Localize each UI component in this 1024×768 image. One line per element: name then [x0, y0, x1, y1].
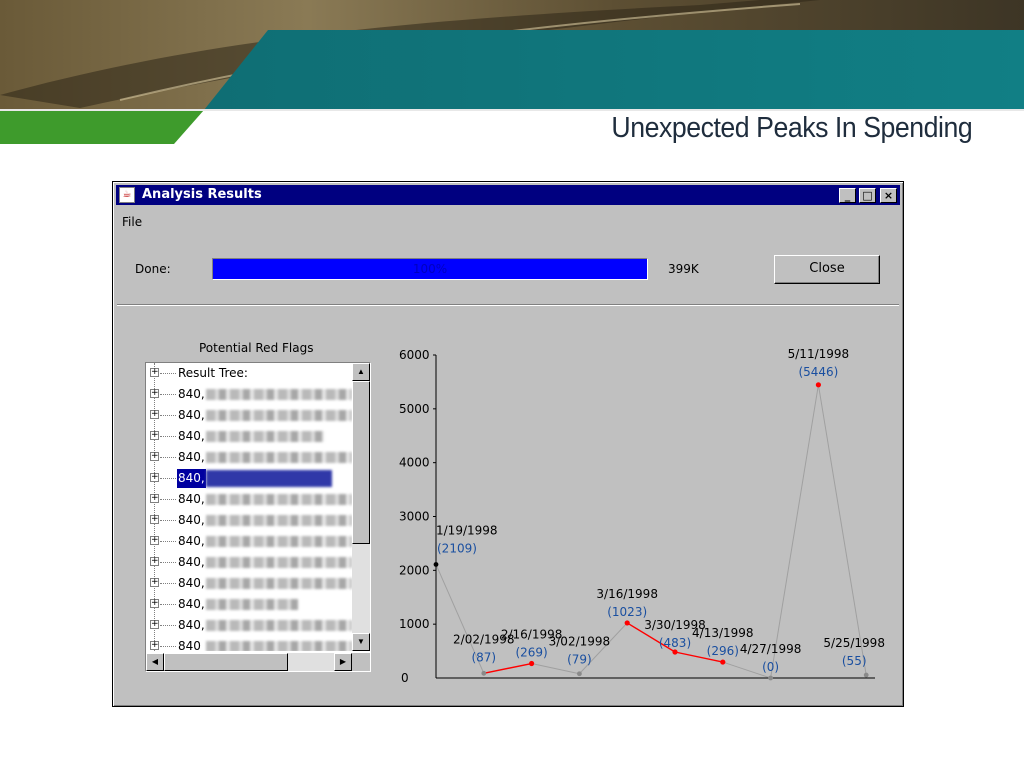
data-point [529, 660, 535, 667]
spending-line-chart: 0 1000 2000 3000 4000 5000 6000 1/19/1998 (2109)… [399, 347, 885, 685]
analysis-results-window: ☕ Analysis Results _ □ × File Done: 100%… [112, 181, 904, 707]
point-value-label: (55) [842, 654, 867, 668]
point-value-label: (87) [471, 650, 496, 664]
line-segment [770, 384, 819, 679]
highlight-segment [483, 662, 532, 675]
data-point [577, 671, 582, 677]
data-point [815, 382, 822, 388]
point-value-label: (79) [567, 653, 592, 667]
point-date-label: 4/13/1998 [692, 626, 754, 640]
point-date-label: 3/02/1998 [549, 635, 611, 649]
data-point [768, 675, 773, 681]
point-value-label: (5446) [798, 365, 838, 379]
line-segment [817, 384, 867, 676]
data-point [481, 670, 487, 676]
y-tick-label: 0 [401, 671, 409, 685]
data-point [720, 659, 726, 665]
data-point [672, 649, 678, 655]
point-date-label: 1/19/1998 [436, 523, 498, 537]
data-point [433, 562, 439, 567]
banner-green-band [0, 110, 204, 144]
point-date-label: 4/27/1998 [740, 642, 802, 656]
data-point [863, 672, 869, 678]
y-tick-label: 2000 [399, 563, 430, 577]
point-date-label: 3/16/1998 [596, 587, 658, 601]
point-value-label: (1023) [607, 605, 647, 619]
y-tick-label: 3000 [399, 510, 430, 524]
y-tick-label: 1000 [399, 617, 430, 631]
point-value-label: (269) [515, 646, 547, 660]
y-tick-label: 6000 [399, 348, 430, 362]
y-tick-label: 4000 [399, 456, 430, 470]
point-value-label: (2109) [437, 541, 477, 555]
slide-title: Unexpected Peaks In Spending [611, 112, 972, 144]
point-date-label: 5/25/1998 [823, 636, 885, 650]
data-point [624, 620, 630, 626]
point-date-label: 5/11/1998 [788, 347, 850, 361]
point-value-label: (483) [659, 636, 691, 650]
banner-divider [0, 109, 1024, 111]
banner-teal-band [204, 30, 1024, 110]
point-value-label: (0) [762, 660, 779, 674]
y-tick-label: 5000 [399, 402, 430, 416]
point-value-label: (296) [707, 644, 739, 658]
